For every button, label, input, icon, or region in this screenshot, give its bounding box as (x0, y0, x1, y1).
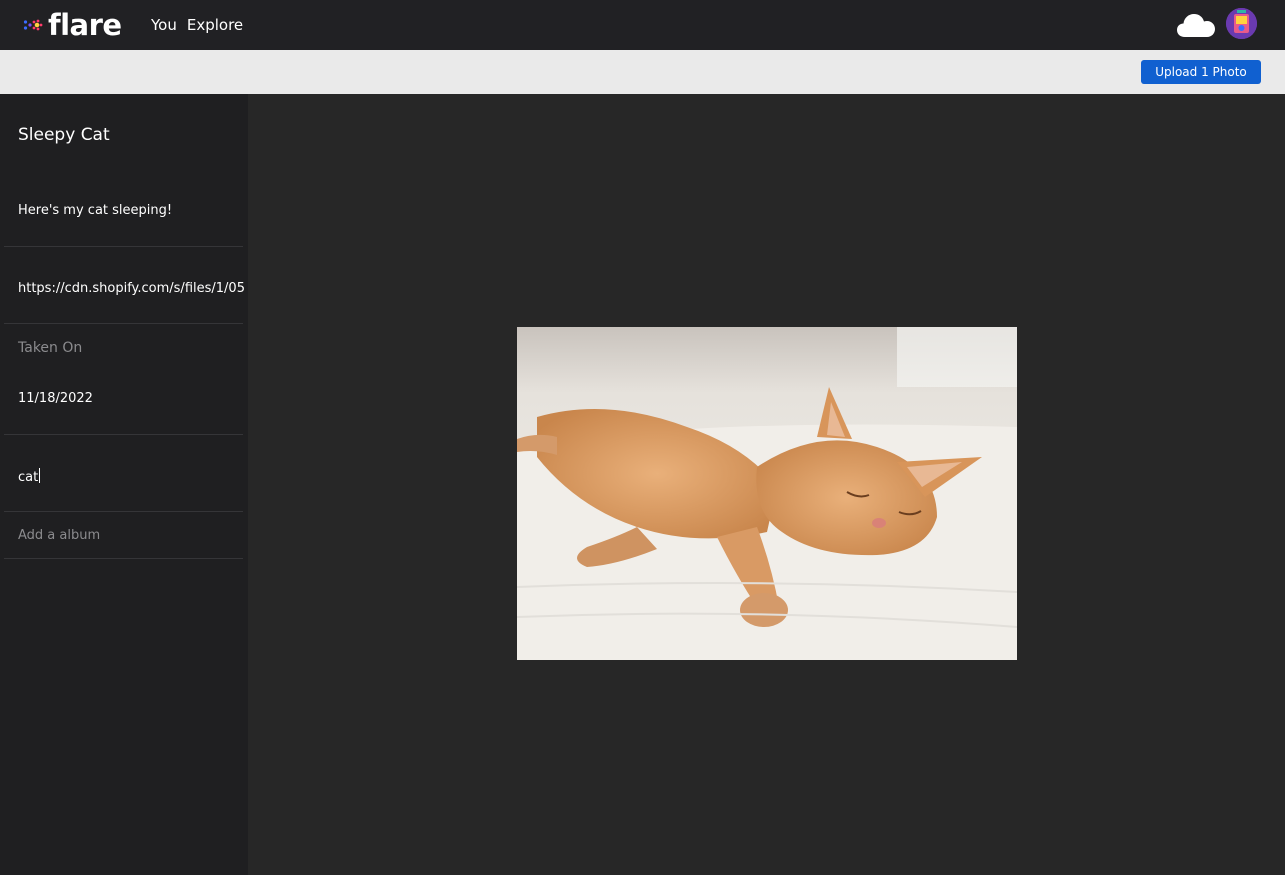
photo-title-input[interactable]: Sleepy Cat (18, 124, 243, 146)
album-field[interactable]: Add a album (4, 512, 243, 559)
taken-on-field[interactable]: Taken On 11/18/2022 (4, 324, 243, 435)
taken-on-label: Taken On (18, 340, 83, 356)
upload-photo-button[interactable]: Upload 1 Photo (1141, 60, 1261, 84)
description-value: Here's my cat sleeping! (18, 203, 173, 218)
source-url-value: https://cdn.shopify.com/s/files/1/05 (18, 281, 245, 296)
upload-bar: Upload 1 Photo (0, 50, 1285, 94)
logo[interactable]: flare (22, 8, 122, 42)
nav-explore[interactable]: Explore (187, 15, 243, 35)
tags-field[interactable]: cat (4, 435, 243, 512)
photo-preview-area (248, 94, 1285, 875)
tags-input[interactable]: cat (18, 470, 38, 485)
taken-on-date-input[interactable]: 11/18/2022 (18, 390, 93, 408)
description-field[interactable]: Here's my cat sleeping! (4, 184, 243, 247)
avatar[interactable] (1226, 8, 1257, 39)
album-input-placeholder: Add a album (18, 528, 101, 543)
nav-you[interactable]: You (151, 15, 177, 35)
logo-text: flare (48, 8, 122, 42)
photo-preview[interactable] (517, 327, 1017, 660)
cloud-icon[interactable] (1176, 10, 1216, 40)
photo-details-panel: Sleepy Cat Here's my cat sleeping! https… (0, 94, 248, 875)
main-nav: You Explore (151, 15, 243, 35)
flare-logo-icon (23, 19, 43, 31)
avatar-image-icon (1226, 8, 1257, 39)
text-caret (39, 468, 41, 483)
source-url-field[interactable]: https://cdn.shopify.com/s/files/1/05 (4, 247, 245, 324)
top-bar: flare You Explore (0, 0, 1285, 50)
